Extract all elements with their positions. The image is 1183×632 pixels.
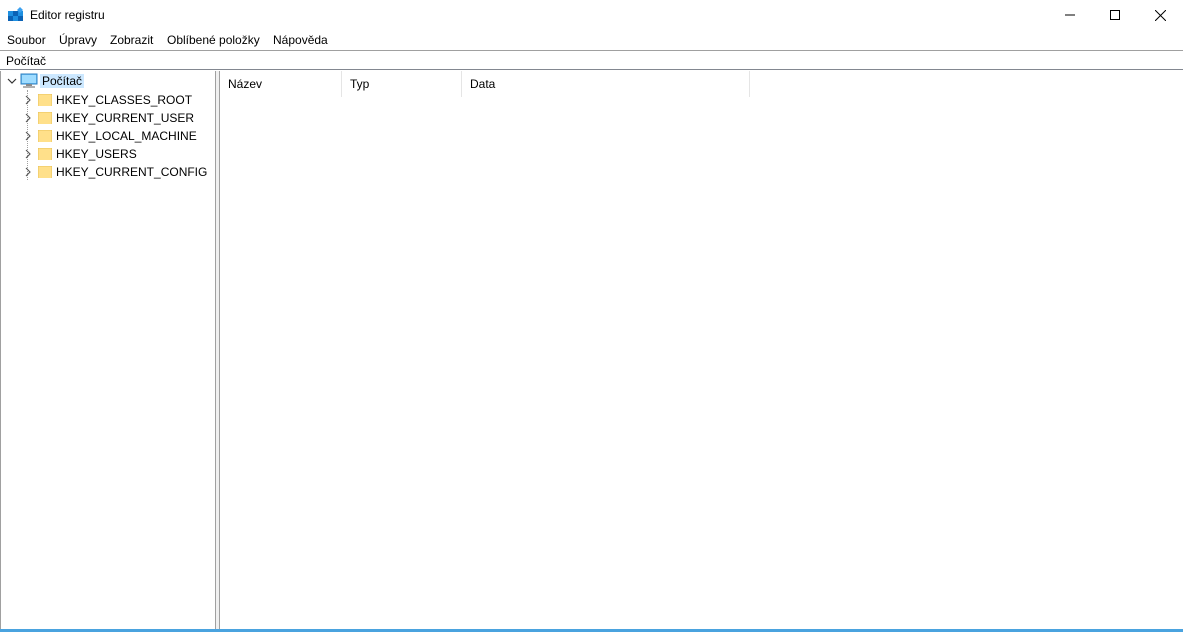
chevron-right-icon[interactable] — [22, 94, 34, 106]
tree-item[interactable]: HKEY_CLASSES_ROOT — [22, 91, 192, 109]
menu-soubor[interactable]: Soubor — [7, 33, 46, 47]
chevron-right-icon[interactable] — [22, 112, 34, 124]
tree-item[interactable]: HKEY_LOCAL_MACHINE — [22, 127, 197, 145]
tree-root-item[interactable]: Počítač — [6, 72, 85, 90]
close-button[interactable] — [1137, 0, 1183, 30]
chevron-down-icon[interactable] — [6, 75, 18, 87]
column-header-data[interactable]: Data — [462, 71, 750, 97]
column-header-label: Data — [470, 77, 496, 91]
column-header-typ[interactable]: Typ — [342, 71, 462, 97]
column-header-label: Název — [228, 77, 263, 91]
maximize-icon — [1110, 10, 1120, 20]
folder-icon — [38, 112, 52, 124]
minimize-button[interactable] — [1047, 0, 1093, 30]
tree-item-label: HKEY_USERS — [56, 147, 137, 161]
computer-icon — [20, 73, 38, 88]
address-bar[interactable]: Počítač — [0, 50, 1183, 70]
close-icon — [1154, 9, 1166, 21]
menu-zobrazit[interactable]: Zobrazit — [110, 33, 153, 47]
title-bar: Editor registru — [0, 0, 1183, 30]
folder-icon — [38, 130, 52, 142]
tree-root-label: Počítač — [40, 74, 85, 88]
chevron-right-icon[interactable] — [22, 166, 34, 178]
chevron-right-icon[interactable] — [22, 148, 34, 160]
folder-icon — [38, 148, 52, 160]
tree-item-label: HKEY_CURRENT_CONFIG — [56, 165, 208, 179]
column-header-nazev[interactable]: Název — [220, 71, 342, 97]
column-header-label: Typ — [350, 77, 370, 91]
tree-item-label: HKEY_CURRENT_USER — [56, 111, 195, 125]
menu-oblibene-polozky[interactable]: Oblíbené položky — [167, 33, 260, 47]
minimize-icon — [1065, 14, 1075, 16]
tree-item[interactable]: HKEY_USERS — [22, 145, 137, 163]
registry-editor-icon — [8, 7, 23, 21]
window-title: Editor registru — [30, 8, 105, 22]
tree-item-label: HKEY_LOCAL_MACHINE — [56, 129, 197, 143]
maximize-button[interactable] — [1092, 0, 1138, 30]
folder-icon — [38, 166, 52, 178]
tree-item-label: HKEY_CLASSES_ROOT — [56, 93, 193, 107]
menu-upravy[interactable]: Úpravy — [59, 33, 97, 47]
menu-bar: Soubor Úpravy Zobrazit Oblíbené položky … — [0, 30, 1183, 50]
address-path[interactable]: Počítač — [6, 54, 46, 68]
menu-napoveda[interactable]: Nápověda — [273, 33, 328, 47]
values-list-pane[interactable]: Název Typ Data — [219, 71, 1183, 631]
chevron-right-icon[interactable] — [22, 130, 34, 142]
tree-item[interactable]: HKEY_CURRENT_CONFIG — [22, 163, 207, 181]
tree-item[interactable]: HKEY_CURRENT_USER — [22, 109, 194, 127]
folder-icon — [38, 94, 52, 106]
